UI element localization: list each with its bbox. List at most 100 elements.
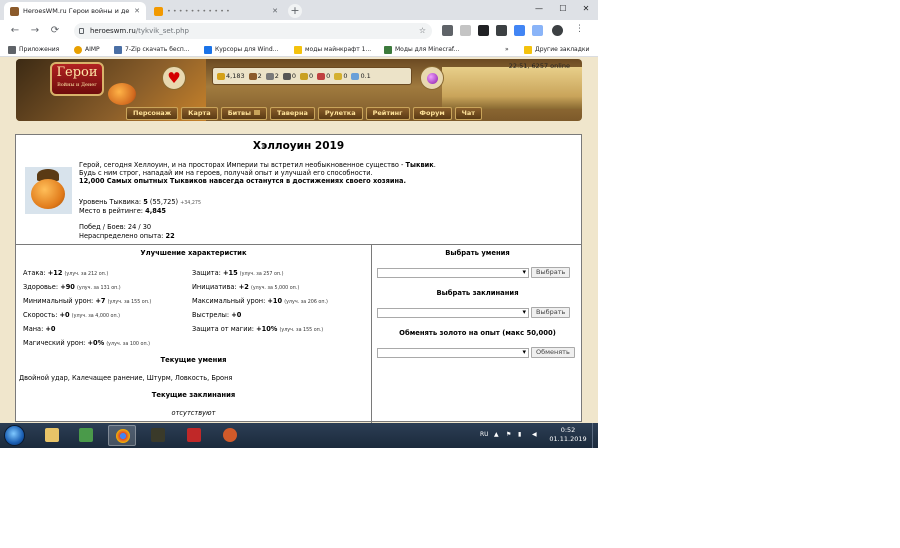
show-desktop-button[interactable] [592,423,598,448]
rating-place: Место в рейтинге: 4,845 [79,207,166,215]
nav-rating[interactable]: Рейтинг [365,107,410,120]
exchange-button[interactable]: Обменять [531,347,575,358]
skills-select[interactable] [377,268,529,278]
reload-button[interactable]: ⟳ [48,24,62,38]
bookmarks-more-button[interactable]: » [505,44,509,55]
close-window-button[interactable]: ✕ [575,2,597,16]
game-nav: Персонаж Карта Битвы Таверна Рулетка Рей… [126,107,483,120]
bookmark-minecraft[interactable]: Моды для Minecraf... [384,44,459,55]
new-tab-button[interactable]: + [288,4,302,18]
browser-toolbar: ← → ⟳ heroeswm.ru/tykvik_set.php ☆ ⋮ [0,20,598,42]
bookmark-label: Другие закладки [535,46,590,53]
heart-icon[interactable]: ♥ [162,66,186,90]
ore-icon [265,72,274,80]
intro-text: Будь с ним строг, нападай им на героев, … [79,169,373,178]
stat-min-damage: Минимальный урон: +7 (улуч. за 155 оп.) [23,297,152,305]
resource-sulfur: 0 [300,72,313,80]
address-bar[interactable]: heroeswm.ru/tykvik_set.php ☆ [74,23,432,39]
banner-castle-art [442,67,582,109]
avatar[interactable] [552,25,563,36]
extension-icon[interactable] [478,25,489,36]
taskbar-app[interactable] [216,425,244,446]
folder-icon [294,45,302,54]
bookmark-star-icon[interactable]: ☆ [419,23,426,39]
choose-skills-title: Выбрать умения [445,249,510,257]
bookmark-label: моды майнкрафт 1... [305,46,372,53]
bookmark-cursors[interactable]: Курсоры для Wind... [204,44,278,55]
current-spells-title: Текущие заклинания [151,391,236,399]
divider [16,244,581,245]
forward-button[interactable]: → [28,24,42,38]
bookmark-7zip[interactable]: 7-Zip скачать бесп... [114,44,190,55]
extension-icon[interactable] [532,25,543,36]
back-button[interactable]: ← [8,24,22,38]
taskbar-explorer[interactable] [38,425,66,446]
nav-character[interactable]: Персонаж [126,107,179,120]
taskbar-chrome[interactable] [108,425,136,446]
wins-battles: Побед / Боев: 24 / 30 [79,223,152,231]
tab-heroeswm[interactable]: HeroesWM.ru Герои войны и де ✕ [4,2,146,20]
choose-spells-button[interactable]: Выбрать [531,307,571,318]
bookmark-minecraft-mods[interactable]: моды майнкрафт 1... [294,44,371,55]
extension-icon[interactable] [442,25,453,36]
logo-subtitle: Войны и Денег [57,82,97,88]
taskbar-app[interactable] [144,425,172,446]
maximize-button[interactable]: ☐ [552,2,574,16]
start-button[interactable] [4,425,25,446]
tray-flag-icon[interactable]: ⚑ [506,431,511,438]
bookmark-apps[interactable]: Приложения [8,44,59,55]
nav-battles[interactable]: Битвы [220,107,267,120]
potion-icon[interactable] [420,66,444,90]
nav-map[interactable]: Карта [181,107,218,120]
extension-icon[interactable] [496,25,507,36]
stat-magic-defense: Защита от магии: +10% (улуч. за 155 оп.) [192,325,324,333]
tab-title: • • • • • • • • • • • [167,7,230,15]
tab-second[interactable]: • • • • • • • • • • • ✕ [148,2,284,20]
nav-chat[interactable]: Чат [454,107,483,120]
app-icon [223,428,237,442]
taskbar-app[interactable] [72,425,100,446]
choose-skills-button[interactable]: Выбрать [531,267,571,278]
pumpkin-icon [31,179,65,209]
volume-icon[interactable]: ◀ [532,431,537,438]
stat-defense: Защита: +15 (улуч. за 257 оп.) [192,269,284,277]
network-icon[interactable]: ▮ [518,431,521,438]
free-exp: Нераспределено опыта: 22 [79,232,175,240]
resource-crystals: 0 [317,72,330,80]
stat-attack: Атака: +12 (улуч. за 212 оп.) [23,269,109,277]
resource-diamonds: 0.1 [351,72,371,80]
nav-forum[interactable]: Форум [412,107,452,120]
intro-highlight: 12,000 Самых опытных Тыквиков навсегда о… [79,177,406,186]
language-indicator[interactable]: RU [480,431,489,438]
server-clock: 22:51, 6257 online [508,62,570,70]
exchange-select[interactable] [377,348,529,358]
menu-kebab-icon[interactable]: ⋮ [575,24,584,34]
minimize-button[interactable]: — [528,2,550,16]
stat-shots: Выстрелы: +0 [192,311,242,319]
taskbar-clock[interactable]: 0:52 01.11.2019 [548,426,588,444]
game-logo[interactable]: Герои Войны и Денег [50,62,104,96]
bookmark-aimp[interactable]: AIMP [74,44,100,55]
bookmark-other[interactable]: Другие закладки [524,44,589,55]
close-tab-icon[interactable]: ✕ [268,7,278,15]
spells-select[interactable] [377,308,529,318]
folder-icon [45,428,59,442]
nav-roulette[interactable]: Рулетка [317,107,363,120]
close-tab-icon[interactable]: ✕ [130,7,140,15]
extension-icon[interactable] [460,25,471,36]
sulfur-icon [300,72,309,80]
resource-bar: 4,183 2 2 0 0 0 0 0.1 [212,67,412,85]
stat-mana: Мана: +0 [23,325,56,333]
extension-icon[interactable] [514,25,525,36]
site-favicon-icon [10,6,19,16]
intro-text: Герой, сегодня Хеллоуин, и на просторах … [79,161,406,169]
resource-ore: 2 [265,72,279,80]
tray-arrow-icon[interactable]: ▲ [494,431,499,438]
folder-icon [524,45,532,54]
app-icon [79,428,93,442]
cursor-site-icon [204,45,212,54]
nav-tavern[interactable]: Таверна [269,107,315,120]
resource-wood: 2 [248,72,262,80]
taskbar-app[interactable] [180,425,208,446]
game-header: Герои Войны и Денег ♥ 4,183 2 2 0 0 0 0 … [16,59,582,125]
